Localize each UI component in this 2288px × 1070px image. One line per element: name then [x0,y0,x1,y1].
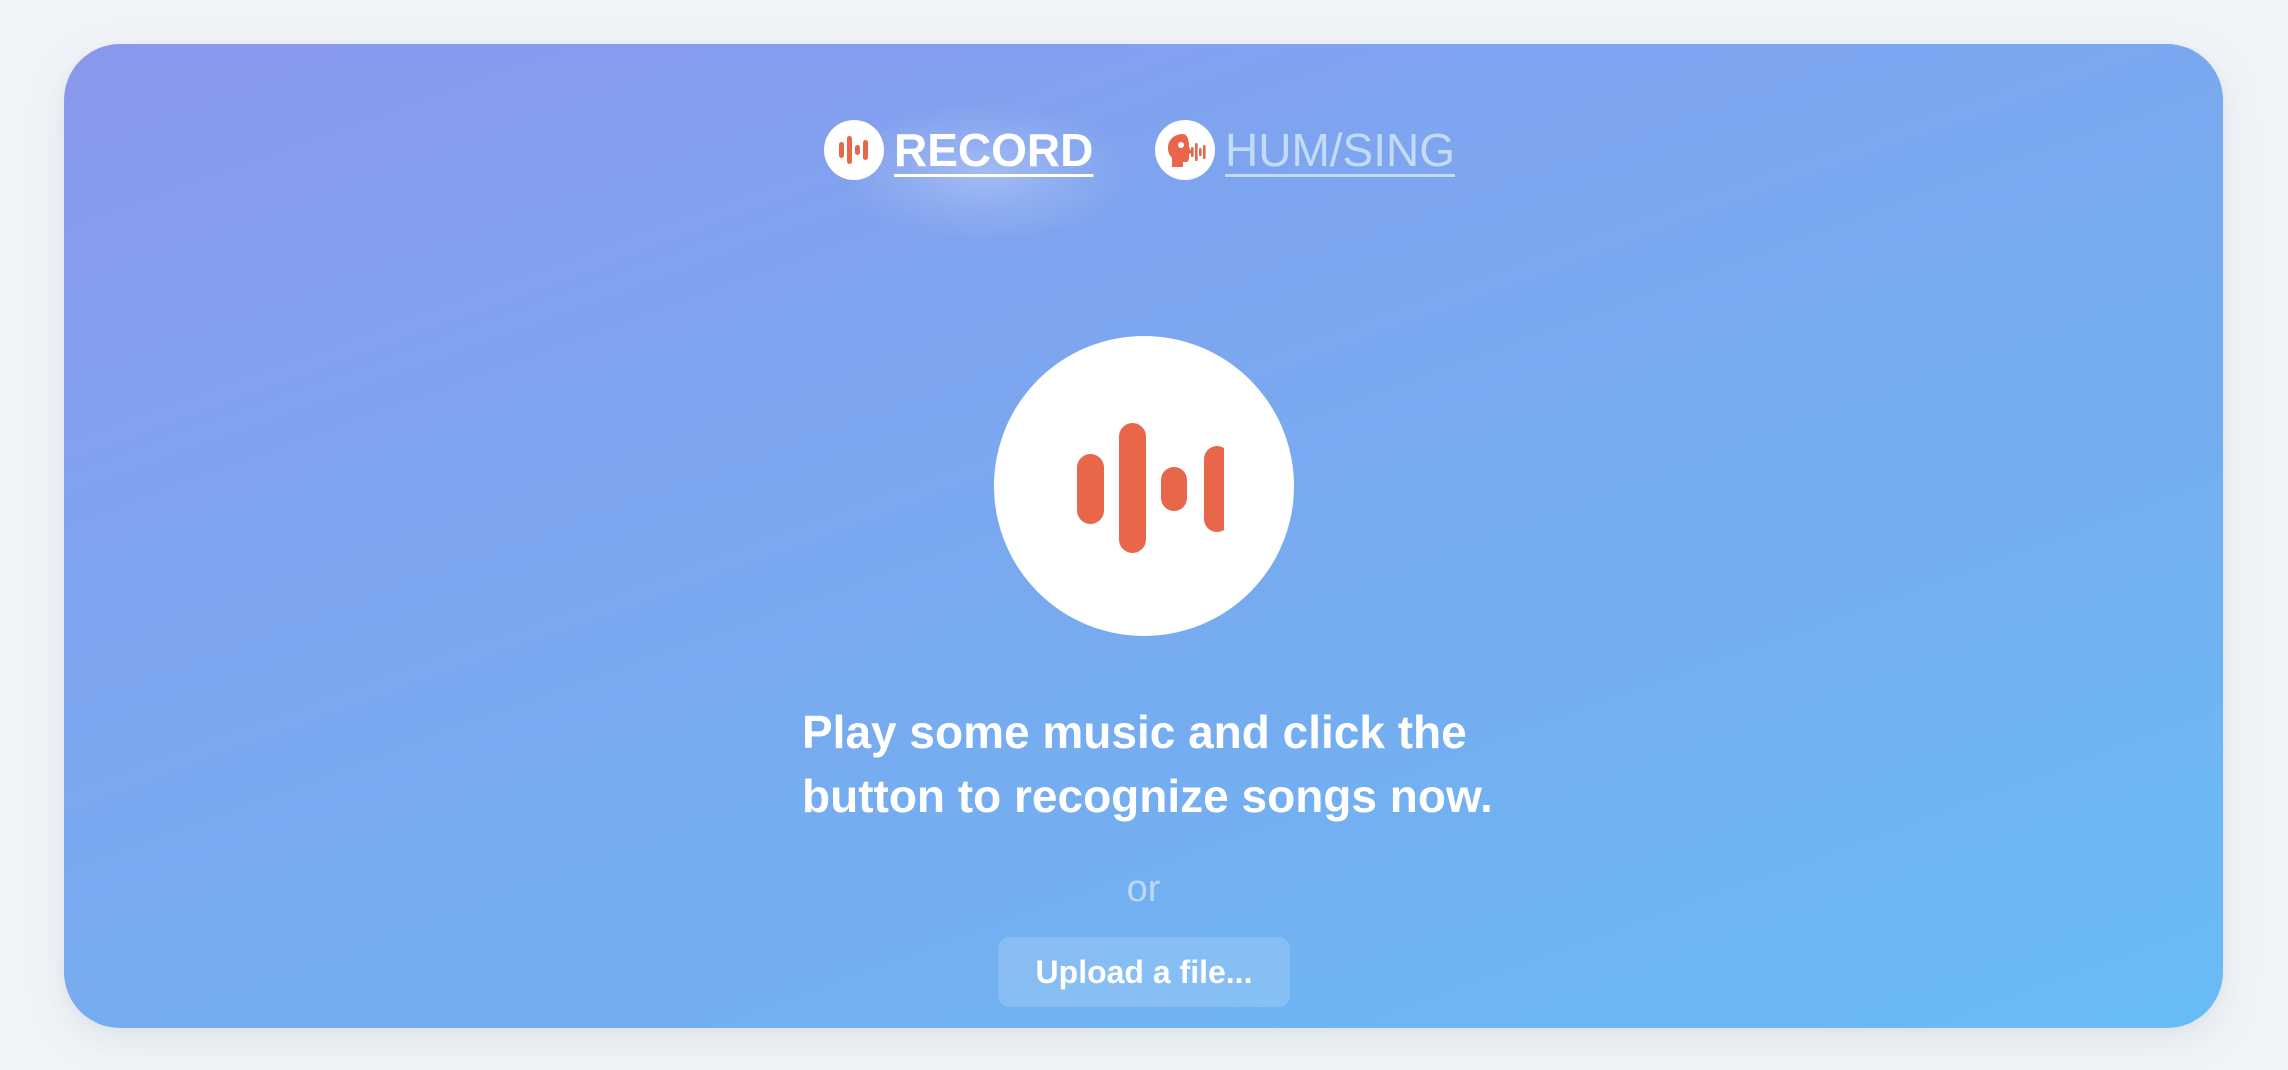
sound-wave-icon [824,120,884,180]
or-separator: or [1126,868,1161,910]
record-button[interactable] [994,336,1294,636]
singing-head-icon [1155,120,1215,180]
tab-hum-sing[interactable]: HUM/SING [1155,114,1455,186]
tab-hum-sing-label: HUM/SING [1225,124,1455,176]
upload-file-button[interactable]: Upload a file... [998,937,1290,1007]
instruction-text: Play some music and click the button to … [802,706,1493,822]
sound-wave-icon [1077,423,1224,553]
tab-record[interactable]: RECORD [824,114,1093,186]
recognition-card: RECORD HUM/SING Play some music and clic… [64,44,2223,1028]
tab-record-label: RECORD [894,124,1094,176]
